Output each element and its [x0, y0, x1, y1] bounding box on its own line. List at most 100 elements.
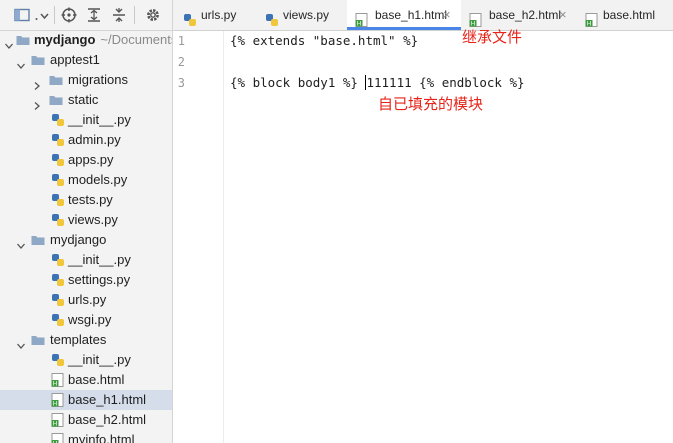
tree-item-label: migrations [68, 72, 128, 87]
line-number: 3 [177, 76, 185, 90]
tree-item-label: wsgi.py [68, 312, 112, 327]
html-file-icon: H [51, 433, 65, 443]
tree-file-init[interactable]: __init__.py [0, 110, 172, 130]
tree-file-base-html[interactable]: H base.html [0, 370, 172, 390]
python-file-icon [51, 133, 65, 147]
tree-file-base-h1-html[interactable]: H base_h1.html [0, 390, 172, 410]
tab-label: base.html [603, 8, 656, 22]
settings-icon[interactable] [145, 7, 161, 23]
chevron-right-icon[interactable] [33, 96, 41, 110]
svg-text:H: H [53, 401, 58, 407]
code-text: {% block body1 %} [230, 75, 366, 90]
folder-icon [31, 333, 45, 347]
close-icon[interactable]: × [443, 0, 451, 30]
html-file-icon: H [51, 413, 65, 428]
tree-item-label: mydjango [50, 232, 107, 247]
tree-file-tests[interactable]: tests.py [0, 190, 172, 210]
code-editor[interactable]: {% extends "base.html" %} {% block body1… [224, 29, 673, 443]
tree-folder-static[interactable]: static [0, 90, 172, 110]
chevron-down-icon[interactable] [17, 56, 25, 69]
locate-icon[interactable] [61, 7, 77, 23]
tab-base-html[interactable]: H base.html [575, 0, 673, 30]
tree-item-label: myinfo.html [68, 432, 135, 443]
editor-gutter: 1 2 3 [173, 31, 224, 443]
tree-file-apps[interactable]: apps.py [0, 150, 172, 170]
tree-item-label: admin.py [68, 132, 121, 147]
close-icon[interactable]: × [559, 0, 567, 30]
tab-label: views.py [283, 8, 330, 22]
tree-file-urls[interactable]: urls.py [0, 290, 172, 310]
python-file-icon [51, 293, 65, 307]
chevron-right-icon[interactable] [33, 76, 41, 90]
python-file-icon [51, 153, 65, 167]
code-line[interactable]: {% extends "base.html" %} [230, 31, 418, 51]
root-path: ~/Documents [100, 32, 173, 47]
project-panel: mydjango ~/Documents apptest1 migrations … [0, 0, 173, 443]
python-file-icon [51, 113, 65, 127]
tree-item-label: models.py [68, 172, 128, 187]
tab-label: base_h2.html [489, 8, 562, 22]
svg-text:H: H [53, 381, 58, 387]
tree-root[interactable]: mydjango ~/Documents [0, 30, 172, 50]
python-file-icon [51, 273, 65, 287]
html-file-icon: H [469, 8, 483, 28]
tree-folder-migrations[interactable]: migrations [0, 70, 172, 90]
svg-text:H: H [471, 21, 476, 27]
tab-base-h2-html[interactable]: H base_h2.html × [461, 0, 575, 30]
tree-item-label: templates [50, 332, 107, 347]
python-file-icon [51, 253, 65, 267]
folder-icon [31, 53, 45, 67]
tab-base-h1-html[interactable]: H base_h1.html × [347, 0, 461, 30]
project-toolbar [0, 0, 172, 31]
collapse-all-icon[interactable] [111, 7, 127, 23]
tab-views-py[interactable]: views.py [255, 0, 347, 30]
tree-file-settings[interactable]: settings.py [0, 270, 172, 290]
html-file-icon: H [51, 373, 65, 388]
python-file-icon [51, 213, 65, 227]
code-line[interactable]: {% block body1 %} 111111 {% endblock %} [230, 73, 525, 93]
tree-file-myinfo-html[interactable]: H myinfo.html [0, 430, 172, 443]
tree-file-wsgi[interactable]: wsgi.py [0, 310, 172, 330]
tab-urls-py[interactable]: urls.py [173, 0, 255, 30]
folder-icon [49, 93, 63, 107]
svg-text:H: H [357, 21, 362, 27]
editor-tab-bar: urls.py views.py H base_h1.html × H base… [173, 0, 673, 31]
tree-folder-apptest1[interactable]: apptest1 [0, 50, 172, 70]
code-text: {% extends "base.html" %} [230, 33, 419, 48]
tree-file-views[interactable]: views.py [0, 210, 172, 230]
tab-label: urls.py [201, 8, 237, 22]
tree-item-label: static [68, 92, 99, 107]
html-file-icon: H [51, 393, 65, 408]
tree-item-label: urls.py [68, 292, 107, 307]
tree-file-init[interactable]: __init__.py [0, 350, 172, 370]
tree-file-init[interactable]: __init__.py [0, 250, 172, 270]
tree-file-base-h2-html[interactable]: H base_h2.html [0, 410, 172, 430]
tree-item-label: apps.py [68, 152, 114, 167]
tree-folder-mydjango[interactable]: mydjango [0, 230, 172, 250]
tree-item-label: tests.py [68, 192, 113, 207]
annotation-own-filled-block: 自已填充的模块 [378, 96, 484, 113]
code-text: 111111 {% endblock %} [366, 75, 525, 90]
root-name: mydjango [34, 32, 96, 47]
tree-file-models[interactable]: models.py [0, 170, 172, 190]
svg-text:H: H [53, 421, 58, 427]
svg-text:H: H [587, 21, 592, 27]
tree-item-label: __init__.py [68, 252, 131, 267]
tree-file-admin[interactable]: admin.py [0, 130, 172, 150]
expand-all-icon[interactable] [86, 7, 102, 23]
chevron-down-icon[interactable] [17, 336, 25, 349]
python-file-icon [265, 8, 279, 26]
toolbar-separator [54, 6, 55, 24]
tab-label: base_h1.html [375, 8, 448, 22]
python-file-icon [51, 173, 65, 187]
chevron-down-icon[interactable] [17, 236, 25, 249]
html-file-icon: H [355, 8, 369, 28]
python-file-icon [51, 313, 65, 327]
tree-root-label: mydjango ~/Documents [34, 30, 173, 50]
tree-item-label: settings.py [68, 272, 131, 287]
tree-folder-templates[interactable]: templates [0, 330, 172, 350]
project-view-icon[interactable] [14, 7, 30, 23]
dropdown-icon[interactable] [34, 7, 50, 23]
python-file-icon [51, 193, 65, 207]
chevron-down-icon[interactable] [5, 36, 13, 49]
